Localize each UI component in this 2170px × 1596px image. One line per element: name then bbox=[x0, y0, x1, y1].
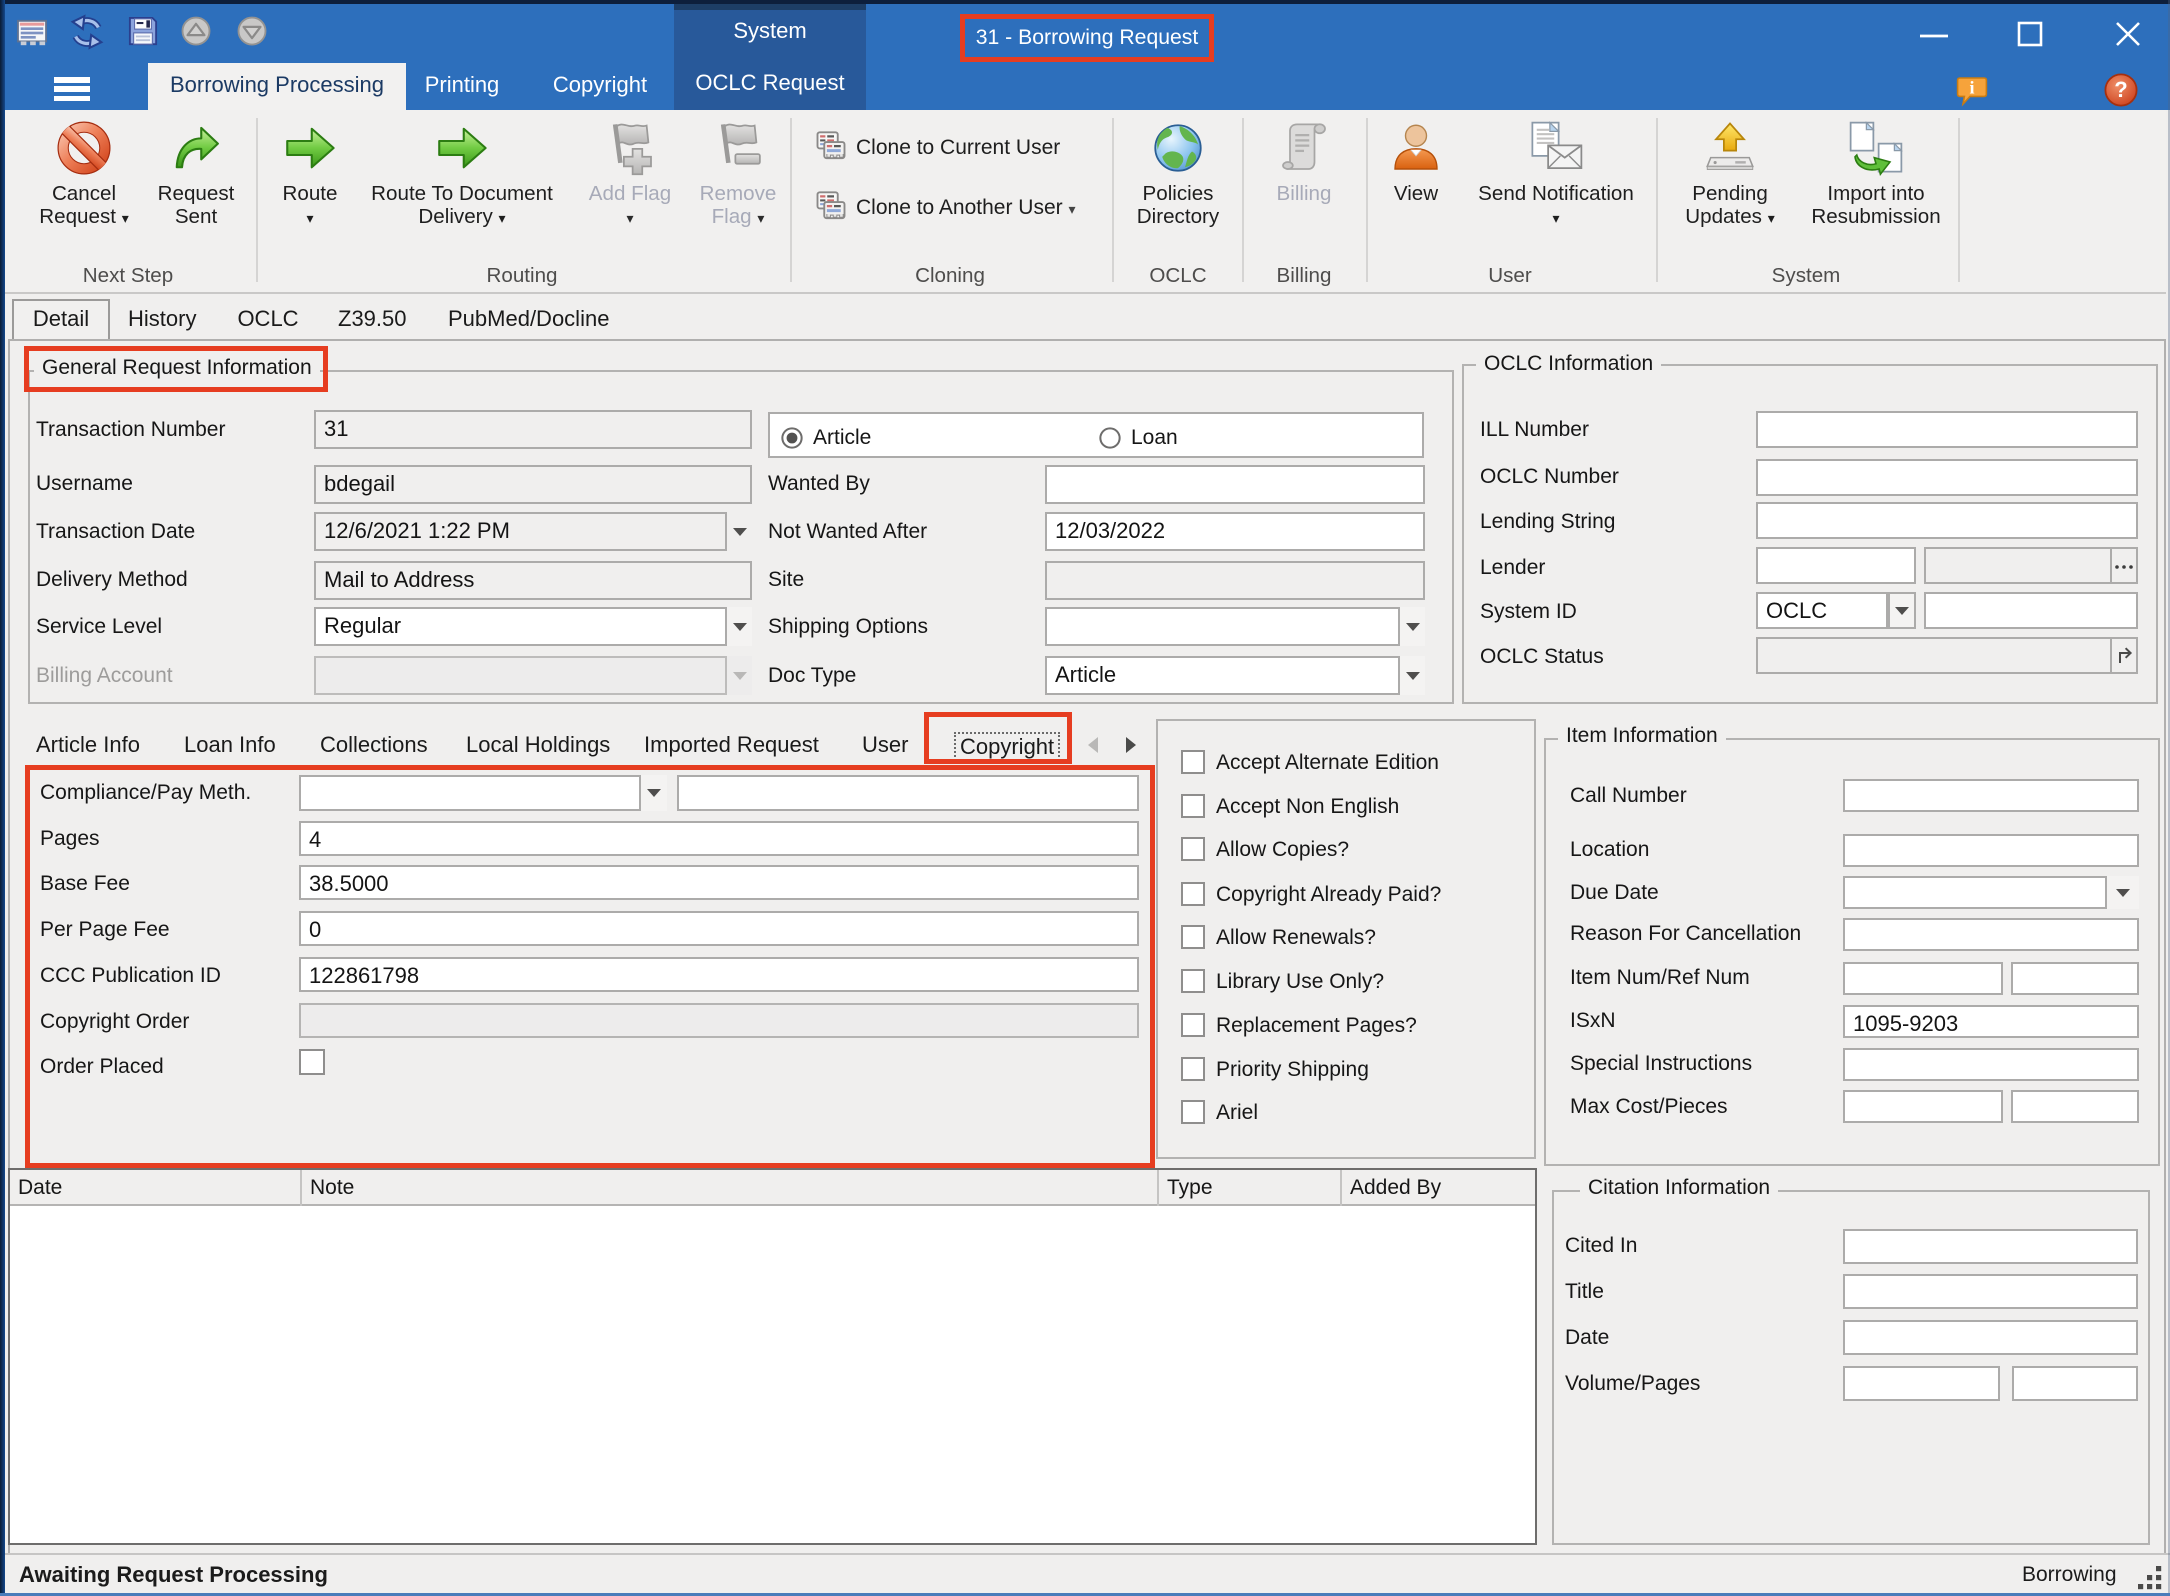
svg-text:i: i bbox=[1969, 78, 1974, 98]
svg-text:?: ? bbox=[2114, 77, 2127, 102]
